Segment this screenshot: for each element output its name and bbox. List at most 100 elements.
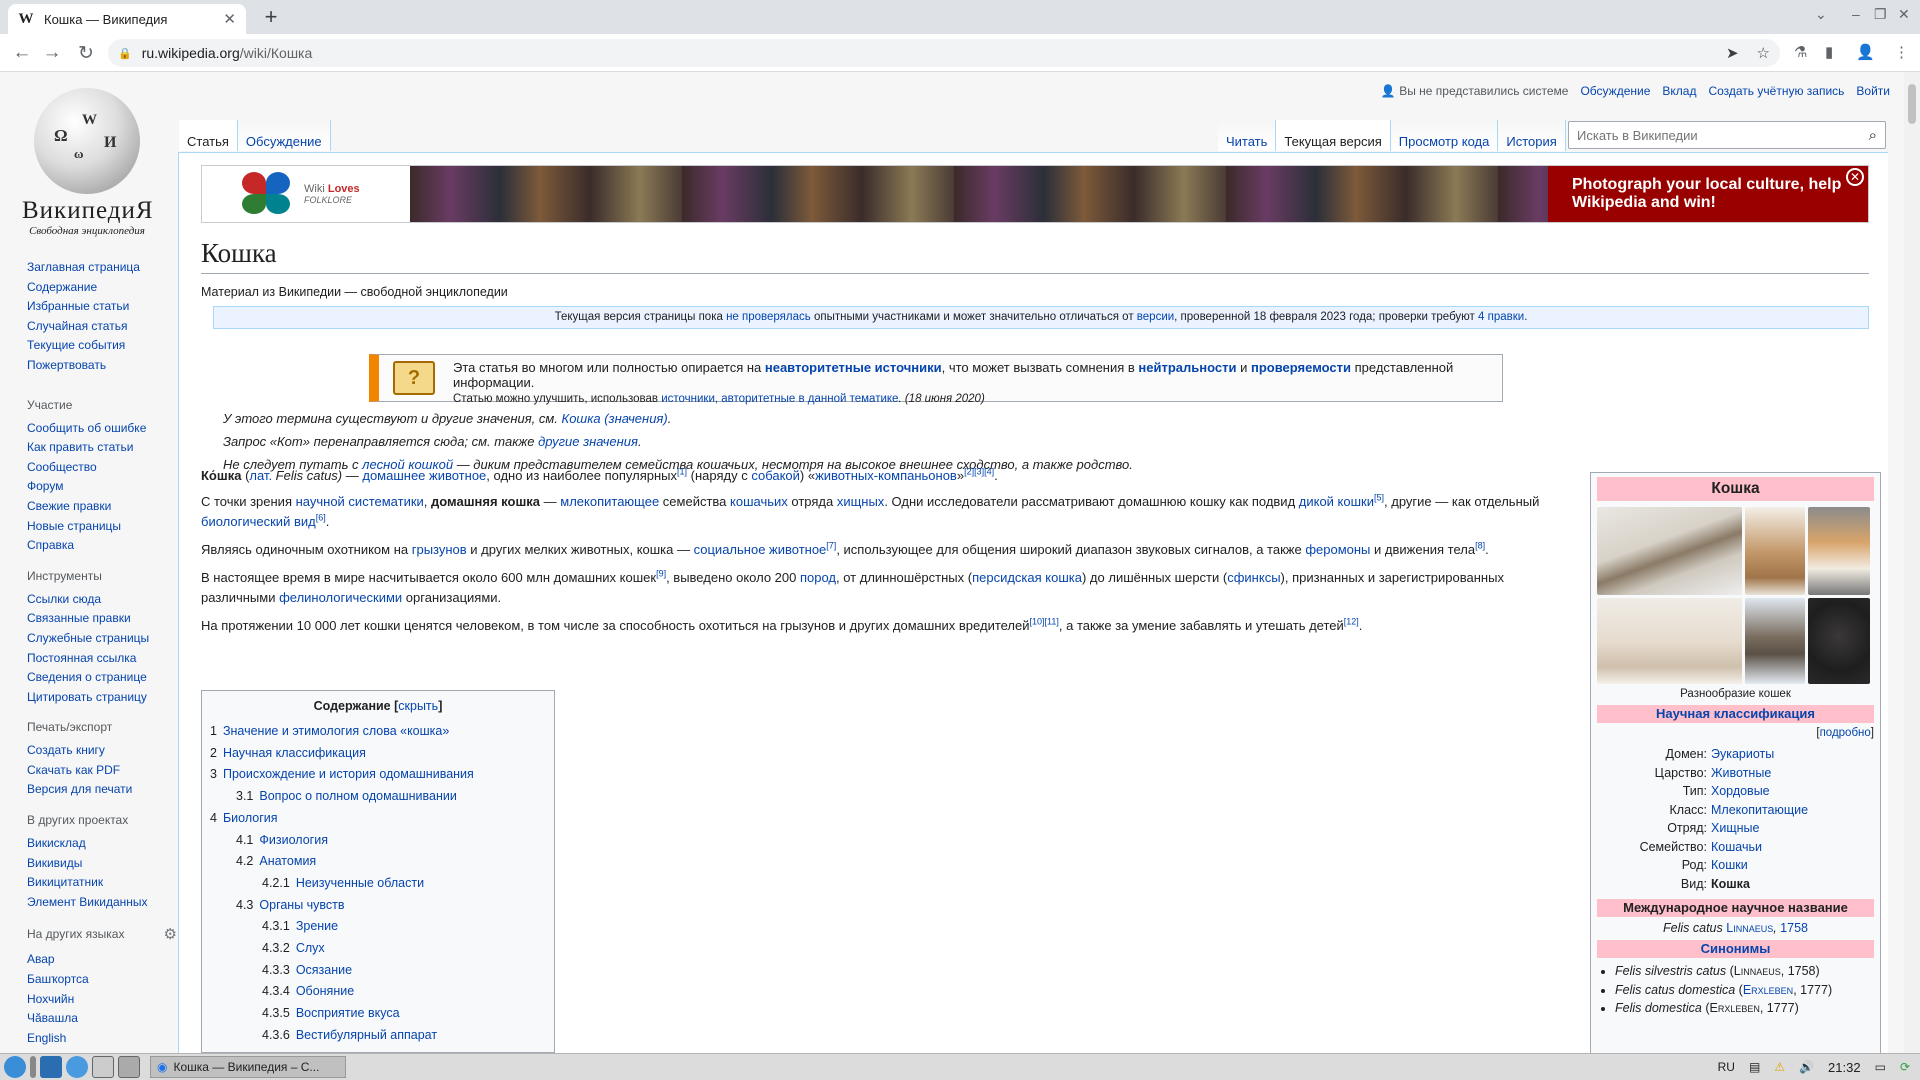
ref[interactable]: [6]	[316, 513, 326, 523]
sidebar-item[interactable]: Версия для печати	[27, 780, 177, 800]
tab-search-chevron-icon[interactable]: ⌄	[1815, 6, 1827, 23]
sidebar-item[interactable]: Авар	[27, 950, 177, 970]
link[interactable]: кошачьих	[730, 494, 788, 509]
toc-item[interactable]: 4.3.5 Восприятие вкуса	[210, 1003, 546, 1025]
link[interactable]: хищных	[837, 494, 884, 509]
forward-arrow-icon[interactable]: →	[40, 42, 64, 64]
toc-link[interactable]: Органы чувств	[259, 898, 344, 912]
tab-talk[interactable]: Обсуждение	[237, 120, 331, 151]
cat-image[interactable]	[1597, 507, 1742, 595]
taxon-value[interactable]: Эукариоты	[1711, 745, 1874, 764]
sidebar-item[interactable]: Справка	[27, 536, 177, 556]
sidebar-item[interactable]: Сообщить об ошибке	[27, 419, 177, 439]
toc-link[interactable]: Анатомия	[259, 854, 316, 868]
taxon-value[interactable]: Кошки	[1711, 856, 1874, 875]
toc-item[interactable]: 4.1 Физиология	[210, 830, 546, 852]
printer-icon[interactable]: ▤	[1749, 1060, 1760, 1074]
window-close-icon[interactable]: ✕	[1898, 6, 1910, 23]
link[interactable]: социальное животное	[694, 542, 827, 557]
sidebar-item[interactable]: Текущие события	[27, 336, 177, 356]
ref[interactable]: [10][11]	[1030, 617, 1059, 627]
sidebar-item[interactable]: Чӑвашла	[27, 1009, 177, 1029]
link[interactable]: фелинологическими	[279, 590, 402, 605]
link[interactable]: дикой кошки	[1299, 494, 1374, 509]
sidebar-item[interactable]: Форум	[27, 477, 177, 497]
synonym-author[interactable]: Erxleben	[1743, 983, 1793, 997]
link[interactable]: научной систематики	[296, 494, 424, 509]
personal-link-login[interactable]: Войти	[1856, 84, 1890, 98]
scrollbar-thumb[interactable]	[1908, 84, 1916, 124]
link-disambig[interactable]: Кошка (значения)	[562, 411, 668, 426]
warning-icon[interactable]: ⚠	[1774, 1060, 1785, 1074]
link-verifiability[interactable]: проверяемости	[1251, 360, 1351, 375]
sidebar-item[interactable]: Служебные страницы	[27, 629, 177, 649]
toc-item[interactable]: 4.3.3 Осязание	[210, 960, 546, 982]
sidebar-item[interactable]: Свежие правки	[27, 497, 177, 517]
taxon-value[interactable]: Кошачьи	[1711, 838, 1874, 857]
browser-tab[interactable]: W Кошка — Википедия ✕	[8, 4, 246, 34]
taskbar-window-button[interactable]: ◉ Кошка — Википедия – C...	[150, 1056, 346, 1078]
workspace-1-icon[interactable]	[92, 1056, 114, 1078]
toc-item[interactable]: 3 Происхождение и история одомашнивания	[210, 764, 546, 786]
toc-link[interactable]: Слух	[296, 941, 325, 955]
tab-read[interactable]: Читать	[1218, 120, 1277, 151]
toc-item[interactable]: 4.3 Органы чувств	[210, 895, 546, 917]
sidebar-item[interactable]: Скачать как PDF	[27, 761, 177, 781]
bookmark-star-icon[interactable]: ☆	[1757, 44, 1770, 62]
tab-current-version[interactable]: Текущая версия	[1276, 120, 1391, 151]
link-version[interactable]: версии	[1137, 311, 1174, 323]
toc-link[interactable]: Значение и этимология слова «кошка»	[223, 724, 449, 738]
browser-launcher-icon[interactable]	[66, 1056, 88, 1078]
toc-item[interactable]: 4.3.6 Вестибулярный аппарат	[210, 1025, 546, 1047]
sidebar-item[interactable]: Постоянная ссылка	[27, 649, 177, 669]
tab-article[interactable]: Статья	[179, 120, 238, 151]
toc-hide-link[interactable]: скрыть	[398, 699, 438, 713]
link-neutrality[interactable]: нейтральности	[1138, 360, 1236, 375]
link[interactable]: феромоны	[1305, 542, 1370, 557]
link-edits[interactable]: 4 правки	[1478, 311, 1524, 323]
sidebar-item[interactable]: Создать книгу	[27, 741, 177, 761]
cat-image[interactable]	[1745, 598, 1805, 684]
keyboard-layout[interactable]: RU	[1718, 1060, 1735, 1074]
taxon-value[interactable]: Животные	[1711, 764, 1874, 783]
link[interactable]: животных-компаньонов	[815, 468, 957, 483]
sidebar-item[interactable]: Пожертвовать	[27, 356, 177, 376]
toc-item[interactable]: 3.1 Вопрос о полном одомашнивании	[210, 786, 546, 808]
ref[interactable]: [8]	[1475, 541, 1485, 551]
toc-link[interactable]: Зрение	[296, 919, 338, 933]
reload-icon[interactable]: ↻	[74, 42, 98, 65]
tab-close-icon[interactable]: ✕	[223, 10, 236, 28]
sidebar-item[interactable]: Содержание	[27, 278, 177, 298]
link[interactable]: собакой	[751, 468, 800, 483]
toc-link[interactable]: Происхождение и история одомашнивания	[223, 767, 474, 781]
cat-image[interactable]	[1597, 598, 1742, 684]
new-tab-button[interactable]: +	[258, 4, 284, 30]
sidebar-item[interactable]: English	[27, 1029, 177, 1049]
link[interactable]: грызунов	[412, 542, 467, 557]
cat-image[interactable]	[1808, 507, 1870, 595]
sidebar-item[interactable]: Викисклад	[27, 834, 177, 854]
toc-item[interactable]: 4.3.2 Слух	[210, 938, 546, 960]
personal-link-contrib[interactable]: Вклад	[1662, 84, 1696, 98]
link-author[interactable]: Linnaeus	[1726, 921, 1773, 935]
tab-view-source[interactable]: Просмотр кода	[1390, 120, 1499, 151]
sidebar-item[interactable]: Ссылки сюда	[27, 590, 177, 610]
toc-link[interactable]: Обоняние	[296, 984, 354, 998]
toc-item[interactable]: 4.2 Анатомия	[210, 851, 546, 873]
cat-image[interactable]	[1745, 507, 1805, 595]
personal-link-talk[interactable]: Обсуждение	[1580, 84, 1650, 98]
link-unchecked[interactable]: не проверялась	[726, 311, 811, 323]
cat-image[interactable]	[1808, 598, 1870, 684]
sidebar-item[interactable]: Нохчийн	[27, 990, 177, 1010]
toc-link[interactable]: Физиология	[259, 833, 328, 847]
tab-history[interactable]: История	[1498, 120, 1566, 151]
link[interactable]: биологический вид	[201, 514, 316, 529]
sidebar-item[interactable]: Как править статьи	[27, 438, 177, 458]
sidebar-item[interactable]: Заглавная страница	[27, 258, 177, 278]
link[interactable]: пород	[800, 570, 836, 585]
side-panel-icon[interactable]: ▮	[1825, 43, 1833, 61]
volume-icon[interactable]: 🔊	[1799, 1060, 1814, 1074]
start-menu-icon[interactable]	[4, 1056, 26, 1078]
ref[interactable]: [7]	[826, 541, 836, 551]
taxobox-section-classification[interactable]: Научная классификация	[1597, 705, 1874, 723]
